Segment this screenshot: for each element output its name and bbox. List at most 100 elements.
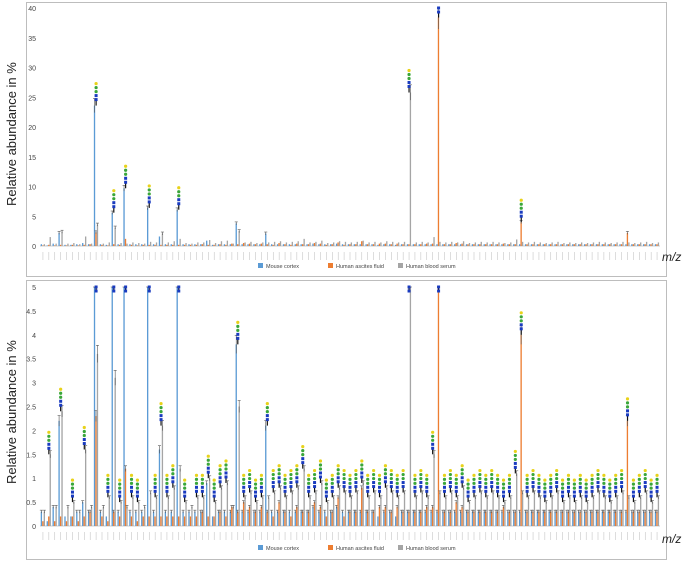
bottom-glycan-square-icon [578,489,582,493]
top-glycan-square-icon [124,176,128,180]
top-bar [557,241,559,246]
bottom-glycan-square-icon [413,489,417,493]
bottom-bar [279,487,282,526]
bottom-bar [356,492,358,526]
bottom-glycan-circle-icon [531,468,535,473]
bottom-glycan-circle-icon [419,472,423,477]
bottom-bar [392,492,394,526]
top-legend-label: Mouse cortex [266,264,299,270]
bottom-glycan-circle-icon [135,482,140,486]
bottom-glycan-circle-icon [537,481,541,485]
bottom-glycan-circle-icon [584,482,588,486]
top-bar [158,236,161,246]
bottom-glycan-square-icon [537,489,541,493]
top-bar [332,242,335,246]
top-bar [290,244,292,246]
bottom-bar [84,449,87,526]
bottom-bar [296,506,298,526]
top-y-tick-label: 35 [28,36,36,43]
bottom-glycan-circle-icon [47,434,51,438]
bottom-bar [514,511,516,526]
top-bar [443,244,446,246]
bottom-glycan-circle-icon [118,478,122,482]
bottom-glycan-circle-icon [484,473,488,477]
bottom-bar [532,511,534,526]
top-glycan-circle-icon [519,198,523,202]
bottom-glycan-square-icon [360,475,364,479]
top-bar [610,243,612,246]
bottom-glycan-circle-icon [643,472,647,477]
top-bar [61,231,63,246]
bottom-bar [654,511,657,526]
bottom-glycan-square-icon [360,471,364,475]
bottom-glycan-square-icon [549,485,553,489]
bottom-bar [135,511,137,526]
bottom-bar [418,511,420,526]
bottom-bar [129,511,131,526]
top-bar [400,244,403,246]
bottom-glycan-square-icon [537,485,541,489]
bottom-glycan-square-icon [596,485,600,489]
bottom-glycan-circle-icon [70,482,75,486]
bottom-glycan-circle-icon [555,476,559,481]
top-bar [330,244,332,246]
bottom-glycan-square-icon [271,485,275,489]
bottom-bar [338,487,341,526]
bottom-glycan-square-icon [82,442,86,446]
bottom-glycan-circle-icon [348,481,352,485]
top-bar [586,243,589,246]
bottom-bar [616,497,618,526]
bottom-bar [319,506,322,526]
bottom-bar [344,492,347,526]
bottom-glycan-circle-icon [277,472,281,476]
bottom-glycan-circle-icon [301,445,305,449]
bottom-bar [260,506,262,526]
bottom-bar [242,502,245,526]
bottom-glycan-circle-icon [253,478,258,482]
bottom-glycan-square-icon [401,485,405,489]
bottom-glycan-square-icon [313,481,317,485]
bottom-glycan-circle-icon [377,473,382,477]
bottom-bar [486,497,488,526]
bottom-bar [518,511,521,526]
bottom-bar [377,516,379,526]
bottom-glycan-circle-icon [129,473,134,477]
bottom-glycan-circle-icon [324,486,328,490]
bottom-bar [118,516,121,526]
top-bar [126,243,128,246]
top-bar [195,244,198,246]
bottom-bar [350,497,353,526]
top-bar [604,242,606,246]
top-bar [105,244,107,246]
bottom-bar [123,287,125,526]
bottom-glycan-square-icon [378,485,382,489]
bottom-bar [368,497,370,526]
top-bar [473,244,475,246]
bottom-bar [420,511,422,526]
bottom-glycan-square-icon [348,485,352,489]
bottom-bar [207,516,209,526]
bottom-glycan-circle-icon [82,433,86,438]
top-bar [433,237,435,246]
bottom-bar [468,502,471,526]
top-bar [254,244,257,246]
top-glycan-circle-icon [94,89,98,94]
top-bar [386,241,388,246]
top-bar [278,243,280,246]
bottom-glycan-square-icon [277,480,281,484]
top-bar [642,244,645,246]
top-bar [538,244,540,246]
bottom-bar [443,511,446,526]
bottom-glycan-square-icon [649,494,653,498]
bottom-glycan-square-icon [159,414,163,418]
bottom-bar [182,511,184,526]
bottom-glycan-square-icon [614,489,618,493]
top-bar [146,207,149,246]
bottom-glycan-circle-icon [519,311,523,315]
bottom-glycan-circle-icon [218,468,222,472]
bottom-glycan-circle-icon [566,481,571,485]
top-bar [203,242,205,246]
bottom-glycan-square-icon [519,327,523,331]
top-bar [412,244,415,246]
bottom-bar [337,497,339,526]
